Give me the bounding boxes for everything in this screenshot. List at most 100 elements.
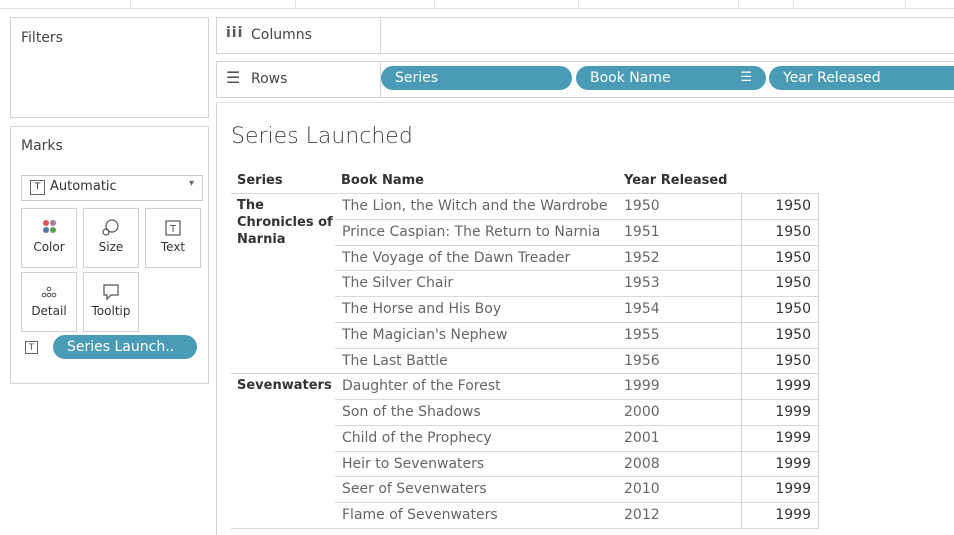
- size-label: Size: [98, 240, 124, 254]
- view-divider: [216, 102, 217, 535]
- table-row[interactable]: Child of the Prophecy 2001 1999: [335, 424, 819, 452]
- table-row[interactable]: Seer of Sevenwaters 2010 1999: [335, 476, 819, 503]
- book-name-cell: The Silver Chair: [342, 275, 454, 292]
- header-book-name[interactable]: Book Name: [341, 173, 424, 188]
- table-row[interactable]: The Silver Chair 1953 1950: [335, 270, 819, 297]
- columns-label: Columns: [251, 27, 312, 43]
- mark-type-select[interactable]: T Automatic ▾: [21, 175, 203, 201]
- text-field-icon: T: [25, 341, 38, 354]
- book-name-cell: The Magician's Nephew: [342, 326, 508, 343]
- top-ruler: [0, 0, 954, 9]
- sort-icon: ☰: [740, 70, 752, 85]
- book-name-cell: The Voyage of the Dawn Treader: [342, 249, 571, 266]
- year-released-cell: 1999: [624, 378, 660, 395]
- detail-button[interactable]: Detail: [21, 272, 77, 332]
- book-name-cell: The Lion, the Witch and the Wardrobe: [342, 198, 608, 214]
- table-row[interactable]: The Voyage of the Dawn Treader 1952 1950: [335, 244, 819, 272]
- column-divider: [741, 271, 742, 297]
- detail-icon: [22, 282, 76, 302]
- chevron-down-icon: ▾: [188, 178, 194, 189]
- series-launched-cell: 1950: [775, 198, 811, 214]
- column-divider: [741, 297, 742, 323]
- columns-icon: iii: [226, 25, 244, 41]
- book-name-cell: Daughter of the Forest: [342, 378, 501, 395]
- columns-shelf[interactable]: iii Columns: [216, 17, 954, 54]
- column-divider: [741, 348, 742, 375]
- column-divider: [741, 400, 742, 426]
- table-row[interactable]: Prince Caspian: The Return to Narnia 1951…: [335, 218, 819, 246]
- column-divider: [741, 374, 742, 400]
- book-name-cell: The Last Battle: [342, 352, 448, 369]
- column-divider: [741, 425, 742, 452]
- color-button[interactable]: Color: [21, 208, 77, 268]
- view-title: Series Launched: [231, 124, 413, 149]
- text-label: Text: [160, 240, 186, 254]
- filters-title: Filters: [21, 30, 63, 46]
- year-released-cell: 2001: [624, 429, 660, 446]
- year-released-cell: 1954: [624, 301, 660, 317]
- table-row[interactable]: Son of the Shadows 2000 1999: [335, 399, 819, 426]
- series-label[interactable]: The Chronicles of Narnia: [237, 197, 333, 248]
- series-launched-cell: 1950: [775, 275, 811, 292]
- header-year-released[interactable]: Year Released: [624, 173, 727, 188]
- column-divider: [741, 245, 742, 272]
- table-row[interactable]: The Lion, the Witch and the Wardrobe 1950…: [335, 193, 819, 220]
- series-launched-cell: 1999: [775, 507, 811, 523]
- rows-pill-year-released[interactable]: Year Released: [769, 66, 954, 90]
- view-top-border: [216, 102, 954, 103]
- header-series[interactable]: Series: [237, 173, 283, 188]
- text-button[interactable]: T Text: [145, 208, 201, 268]
- table-row[interactable]: The Magician's Nephew 1955 1950: [335, 321, 819, 349]
- rows-shelf-label: ☰ Rows: [217, 62, 381, 97]
- series-launched-cell: 1999: [775, 429, 811, 446]
- table-row[interactable]: Heir to Sevenwaters 2008 1999: [335, 450, 819, 478]
- year-released-cell: 2008: [624, 455, 660, 472]
- year-released-cell: 2010: [624, 481, 660, 498]
- column-divider: [741, 322, 742, 349]
- rows-pill-book-name[interactable]: Book Name ☰: [576, 66, 766, 90]
- tooltip-label: Tooltip: [91, 304, 131, 318]
- year-released-cell: 2000: [624, 404, 660, 420]
- tooltip-button[interactable]: Tooltip: [83, 272, 139, 332]
- column-divider: [741, 477, 742, 503]
- rows-pill-series[interactable]: Series: [381, 66, 572, 90]
- text-icon: T: [146, 218, 200, 238]
- columns-shelf-label: iii Columns: [217, 18, 381, 53]
- series-label[interactable]: Sevenwaters: [237, 377, 332, 394]
- book-name-cell: The Horse and His Boy: [342, 301, 502, 317]
- series-label-line: Sevenwaters: [237, 378, 332, 394]
- table-row[interactable]: Daughter of the Forest 1999 1999: [335, 373, 819, 400]
- color-label: Color: [33, 240, 65, 254]
- mark-type-label: Automatic: [50, 179, 117, 194]
- series-label-line: The: [237, 198, 264, 213]
- size-icon: [84, 218, 138, 238]
- table-bottom-border: [231, 527, 819, 529]
- series-launched-cell: 1999: [775, 378, 811, 395]
- rows-label: Rows: [251, 71, 288, 87]
- year-released-cell: 1952: [624, 249, 660, 266]
- series-launched-cell: 1999: [775, 404, 811, 420]
- series-launched-cell: 1999: [775, 481, 811, 498]
- group-separator: [231, 373, 335, 375]
- table-right-border: [818, 193, 819, 528]
- series-label-line: Narnia: [237, 232, 286, 247]
- header-underline: [231, 193, 335, 194]
- table-row[interactable]: Flame of Sevenwaters 2012 1999: [335, 502, 819, 529]
- rows-icon: ☰: [226, 68, 241, 87]
- size-button[interactable]: Size: [83, 208, 139, 268]
- series-label-line: Chronicles of: [237, 215, 333, 230]
- table-row[interactable]: The Last Battle 1956 1950: [335, 347, 819, 375]
- marks-title: Marks: [21, 138, 63, 154]
- detail-label: Detail: [31, 304, 67, 318]
- table-row[interactable]: The Horse and His Boy 1954 1950: [335, 296, 819, 323]
- series-launched-cell: 1950: [775, 223, 811, 240]
- series-launched-cell: 1950: [775, 249, 811, 266]
- year-released-cell: 1951: [624, 223, 660, 240]
- table-top-border: [335, 193, 819, 194]
- year-released-cell: 1956: [624, 352, 660, 369]
- column-divider: [741, 219, 742, 246]
- book-name-cell: Son of the Shadows: [342, 404, 481, 420]
- series-launched-cell: 1950: [775, 326, 811, 343]
- series-launched-pill[interactable]: Series Launch..: [53, 335, 197, 359]
- filters-card[interactable]: Filters: [10, 17, 209, 118]
